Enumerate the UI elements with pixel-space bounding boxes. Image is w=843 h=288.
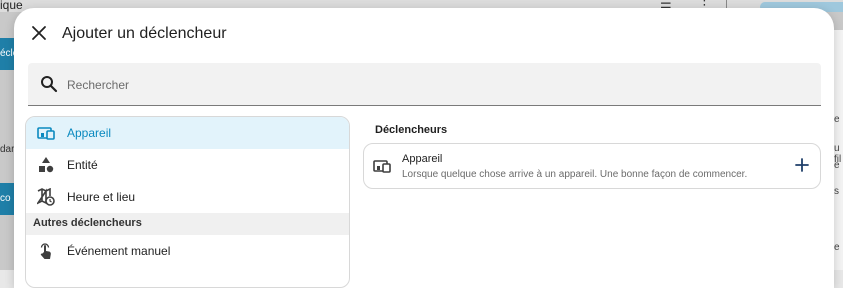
search-field[interactable] [28, 63, 821, 106]
triggers-heading: Déclencheurs [375, 124, 448, 136]
list-item-label: Entité [67, 158, 98, 172]
map-clock-icon [37, 188, 55, 206]
shapes-icon [39, 157, 54, 173]
search-input[interactable] [65, 71, 809, 99]
plus-icon[interactable] [794, 157, 810, 173]
list-item-entite[interactable]: Entité [26, 149, 349, 181]
section-header-other-triggers: Autres déclencheurs [26, 213, 349, 235]
list-item-label: Événement manuel [67, 244, 171, 258]
device-icon [373, 160, 391, 173]
gesture-tap-icon [40, 243, 51, 259]
background-right-text: e [834, 114, 840, 125]
background-left-text: dar [0, 144, 15, 155]
add-trigger-dialog: Ajouter un déclencheur Appareil Entité [14, 8, 834, 288]
dialog-title: Ajouter un déclencheur [62, 25, 227, 42]
background-left-button: co [0, 183, 14, 215]
trigger-type-list: Appareil Entité Heure et lieu Autres déc… [25, 116, 350, 288]
device-icon [37, 127, 55, 140]
trigger-card-appareil[interactable]: Appareil Lorsque quelque chose arrive à … [363, 143, 821, 189]
close-icon[interactable] [28, 22, 50, 44]
list-item-label: Appareil [67, 126, 112, 140]
trigger-card-description: Lorsque quelque chose arrive à un appare… [402, 169, 748, 180]
close-button[interactable] [28, 22, 50, 44]
dialog-header: Ajouter un déclencheur [14, 8, 834, 62]
list-item-evenement-manuel[interactable]: Événement manuel [26, 235, 349, 267]
background-right-text: e [834, 160, 840, 171]
background-right-text: e [834, 242, 840, 253]
list-item-heure-et-lieu[interactable]: Heure et lieu [26, 181, 349, 213]
list-item-label: Heure et lieu [67, 190, 136, 204]
background-left-button: éclé [0, 38, 14, 70]
background-right-text: s [834, 186, 839, 197]
list-item-appareil[interactable]: Appareil [26, 117, 349, 149]
search-icon [41, 76, 58, 93]
trigger-card-title: Appareil [402, 153, 443, 165]
